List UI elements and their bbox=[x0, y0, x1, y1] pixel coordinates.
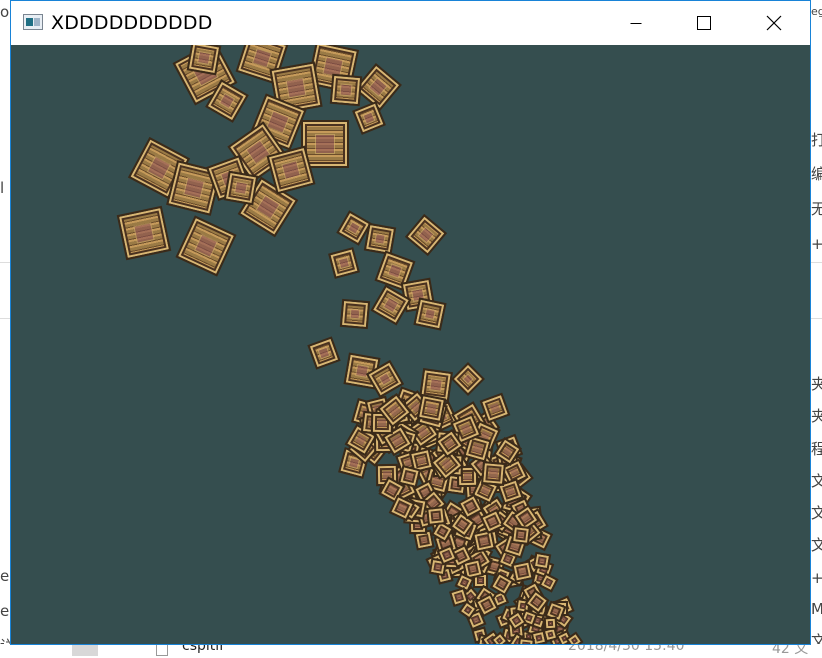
background-text-fragment: + bbox=[811, 569, 822, 587]
textured-cube bbox=[116, 205, 172, 261]
textured-cube bbox=[307, 336, 341, 370]
background-checkbox bbox=[156, 644, 168, 656]
textured-cube bbox=[329, 73, 363, 107]
textured-cube bbox=[175, 215, 237, 277]
background-text-fragment: 无 bbox=[811, 200, 822, 218]
background-right-strip: eg 打 编 无 + 夹 夹 程 文 文 文 + M 文 bbox=[811, 0, 822, 656]
background-text-fragment: + bbox=[811, 235, 822, 253]
textured-cube bbox=[510, 524, 532, 546]
textured-cube bbox=[426, 506, 446, 526]
background-text-fragment: e bbox=[0, 567, 10, 585]
close-button[interactable] bbox=[751, 1, 797, 45]
title-bar[interactable]: XDDDDDDDDDD bbox=[11, 1, 810, 45]
textured-cube bbox=[413, 297, 447, 331]
textured-cube bbox=[223, 170, 259, 206]
maximize-icon bbox=[697, 16, 711, 30]
background-text-fragment: 夹 bbox=[811, 407, 822, 425]
background-divider bbox=[811, 318, 822, 319]
window-title: XDDDDDDDDDD bbox=[51, 12, 213, 34]
background-text-fragment: M bbox=[811, 600, 822, 618]
close-icon bbox=[766, 15, 782, 31]
textured-cube bbox=[404, 213, 448, 257]
background-text-fragment: l bbox=[0, 179, 5, 197]
background-text-fragment: 文 bbox=[811, 504, 822, 522]
background-text-fragment: 打 bbox=[811, 131, 822, 149]
background-scrollbar bbox=[72, 644, 98, 656]
textured-cube bbox=[186, 45, 222, 76]
minimize-button[interactable] bbox=[613, 1, 659, 45]
textured-cube bbox=[511, 560, 534, 583]
textured-cube bbox=[416, 393, 447, 424]
textured-cube bbox=[363, 222, 397, 256]
textured-cube bbox=[328, 247, 360, 279]
render-canvas[interactable] bbox=[11, 45, 810, 644]
maximize-button[interactable] bbox=[681, 1, 727, 45]
textured-cube bbox=[481, 461, 506, 486]
textured-cube bbox=[532, 551, 552, 571]
background-text-fragment: o bbox=[0, 3, 10, 21]
background-text-fragment: 文 bbox=[811, 536, 822, 554]
app-window-icon[interactable] bbox=[23, 14, 43, 30]
minimize-icon bbox=[630, 17, 642, 29]
background-text-fragment: 夹 bbox=[811, 375, 822, 393]
textured-cube bbox=[517, 637, 535, 644]
textured-cube bbox=[543, 616, 558, 631]
background-divider bbox=[811, 262, 822, 263]
background-text-fragment: eg bbox=[811, 5, 822, 18]
background-text-fragment: 文 bbox=[811, 472, 822, 490]
app-window: XDDDDDDDDDD bbox=[10, 0, 811, 645]
background-text-fragment: 程 bbox=[811, 440, 822, 458]
background-text-fragment: e bbox=[0, 602, 10, 620]
background-bottom-strip: cspitif 2018/4/30 15:40 42 文 bbox=[0, 638, 822, 657]
textured-cube bbox=[472, 529, 496, 553]
background-text-fragment: 编 bbox=[811, 165, 822, 183]
textured-cube bbox=[451, 362, 485, 396]
textured-cube bbox=[339, 298, 371, 330]
